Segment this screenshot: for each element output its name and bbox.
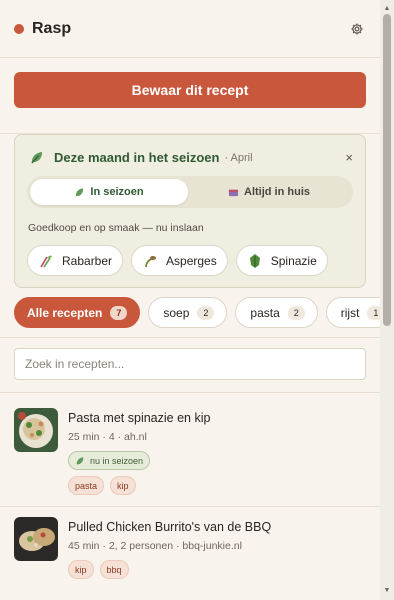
filter-rijst[interactable]: rijst 1: [325, 297, 380, 328]
filter-soep[interactable]: soep 2: [148, 297, 228, 328]
search-input[interactable]: Zoek in recepten...: [14, 348, 366, 380]
filter-all[interactable]: Alle recepten 7: [14, 297, 141, 328]
filter-count: 2: [197, 305, 215, 320]
tag[interactable]: pasta: [68, 476, 105, 495]
season-month: · April: [224, 151, 253, 164]
recipe-thumbnail: [14, 517, 58, 561]
tag[interactable]: kip: [110, 476, 136, 495]
season-title: Deze maand in het seizoen: [54, 150, 220, 165]
filter-label: pasta: [250, 305, 280, 320]
scrollbar-thumb[interactable]: [383, 14, 391, 326]
season-header: Deze maand in het seizoen · April ×: [29, 150, 353, 165]
scroll-down-icon[interactable]: ▼: [383, 587, 391, 595]
chip-asperges[interactable]: Asperges: [131, 245, 228, 276]
brand-dot: [14, 23, 24, 34]
tab-always-home-label: Altijd in huis: [244, 186, 310, 198]
recipe-title[interactable]: Pasta met spinazie en kip: [68, 411, 210, 425]
filter-label: Alle recepten: [27, 305, 103, 320]
app-panel: Rasp Bewaar dit recept Deze maand in het…: [0, 0, 380, 600]
sprout-icon: [76, 456, 84, 464]
recipe-tags: pasta kip: [68, 476, 136, 495]
season-note: Goedkoop en op smaak — nu inslaan: [28, 222, 204, 234]
scroll-up-icon[interactable]: ▲: [383, 5, 391, 13]
save-section: Bewaar dit recept: [0, 58, 380, 134]
tag[interactable]: bbq: [99, 560, 129, 579]
leaf-icon: [31, 151, 43, 164]
chip-label: Asperges: [166, 253, 217, 268]
filter-label: rijst: [340, 305, 360, 320]
season-items: Rabarber Asperges Spinazie: [27, 245, 328, 276]
brand-name: Rasp: [32, 19, 72, 37]
filter-count: 1: [367, 305, 380, 320]
asparagus-icon: [145, 255, 157, 267]
season-badge: nu in seizoen: [68, 451, 151, 470]
tab-always-home[interactable]: Altijd in huis: [189, 179, 349, 205]
sprout-icon: [76, 187, 84, 196]
divider: [0, 337, 380, 338]
season-toggle: In seizoen Altijd in huis: [27, 176, 353, 208]
scrollbar[interactable]: ▲ ▼: [380, 0, 394, 600]
save-recipe-button[interactable]: Bewaar dit recept: [14, 72, 366, 108]
category-filters: Alle recepten 7 soep 2 pasta 2 rijst 1: [14, 297, 380, 328]
season-badge-label: nu in seizoen: [90, 455, 144, 466]
header: Rasp: [0, 0, 380, 58]
filter-count: 7: [110, 305, 128, 320]
close-icon[interactable]: ×: [345, 150, 353, 165]
recipe-meta: 25 min · 4 · ah.nl: [68, 431, 147, 443]
tab-in-season-label: In seizoen: [90, 186, 144, 198]
chip-label: Spinazie: [270, 253, 317, 268]
gear-icon[interactable]: [348, 20, 366, 38]
recipe-title[interactable]: Pulled Chicken Burrito's van de BBQ: [68, 520, 271, 534]
chip-spinazie[interactable]: Spinazie: [235, 245, 328, 276]
box-icon: [228, 189, 239, 196]
tab-in-season[interactable]: In seizoen: [30, 179, 188, 205]
recipe-thumbnail: [14, 408, 58, 452]
filter-count: 2: [287, 305, 305, 320]
recipe-meta: 45 min · 2, 2 personen · bbq-junkie.nl: [68, 540, 242, 552]
recipe-item[interactable]: Pulled Chicken Burrito's van de BBQ 45 m…: [0, 507, 380, 600]
tag[interactable]: kip: [68, 560, 94, 579]
recipe-tags: kip bbq: [68, 560, 129, 579]
rhubarb-icon: [40, 255, 52, 267]
filter-pasta[interactable]: pasta 2: [235, 297, 318, 328]
spinach-icon: [249, 253, 260, 268]
filter-label: soep: [163, 305, 190, 320]
season-card: Deze maand in het seizoen · April × In s…: [14, 134, 366, 288]
recipe-item[interactable]: Pasta met spinazie en kip 25 min · 4 · a…: [0, 393, 380, 507]
chip-rabarber[interactable]: Rabarber: [27, 245, 124, 276]
chip-label: Rabarber: [62, 253, 113, 268]
